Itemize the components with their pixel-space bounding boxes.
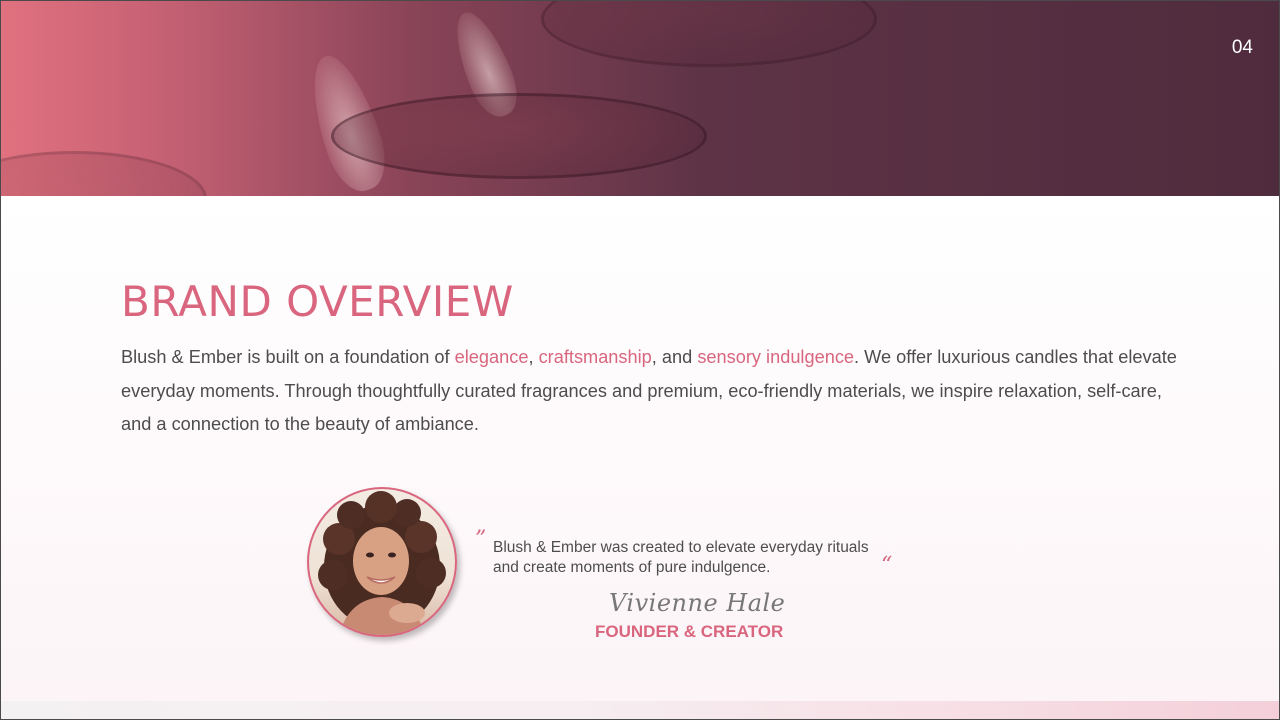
founder-role: FOUNDER & CREATOR [595, 622, 784, 641]
candle-jar-decoration [1, 151, 207, 196]
section-title: BRAND OVERVIEW [121, 277, 514, 326]
brand-description: Blush & Ember is built on a foundation o… [121, 341, 1181, 442]
highlight-sensory-indulgence: sensory indulgence [697, 347, 855, 367]
founder-avatar [307, 487, 457, 637]
founder-quote: Blush & Ember was created to elevate eve… [493, 539, 869, 576]
footer-gradient-band [1, 701, 1279, 719]
candle-jar-decoration [331, 93, 707, 179]
highlight-craftsmanship: craftsmanship [538, 347, 652, 367]
description-separator: , and [651, 347, 698, 367]
quote-open-mark: ” [475, 527, 487, 552]
quote-close-mark: “ [881, 553, 893, 578]
highlight-elegance: elegance [454, 347, 529, 367]
founder-signature: Vivienne Hale [609, 589, 786, 617]
hero-banner-candles-image: 04 [1, 1, 1279, 196]
candle-jar-decoration [541, 1, 877, 67]
founder-portrait-image [318, 491, 446, 635]
description-text: Blush & Ember is built on a foundation o… [121, 347, 455, 367]
slide: 04 BRAND OVERVIEW Blush & Ember is built… [0, 0, 1280, 720]
page-number: 04 [1231, 37, 1253, 58]
description-separator: , [528, 347, 539, 367]
